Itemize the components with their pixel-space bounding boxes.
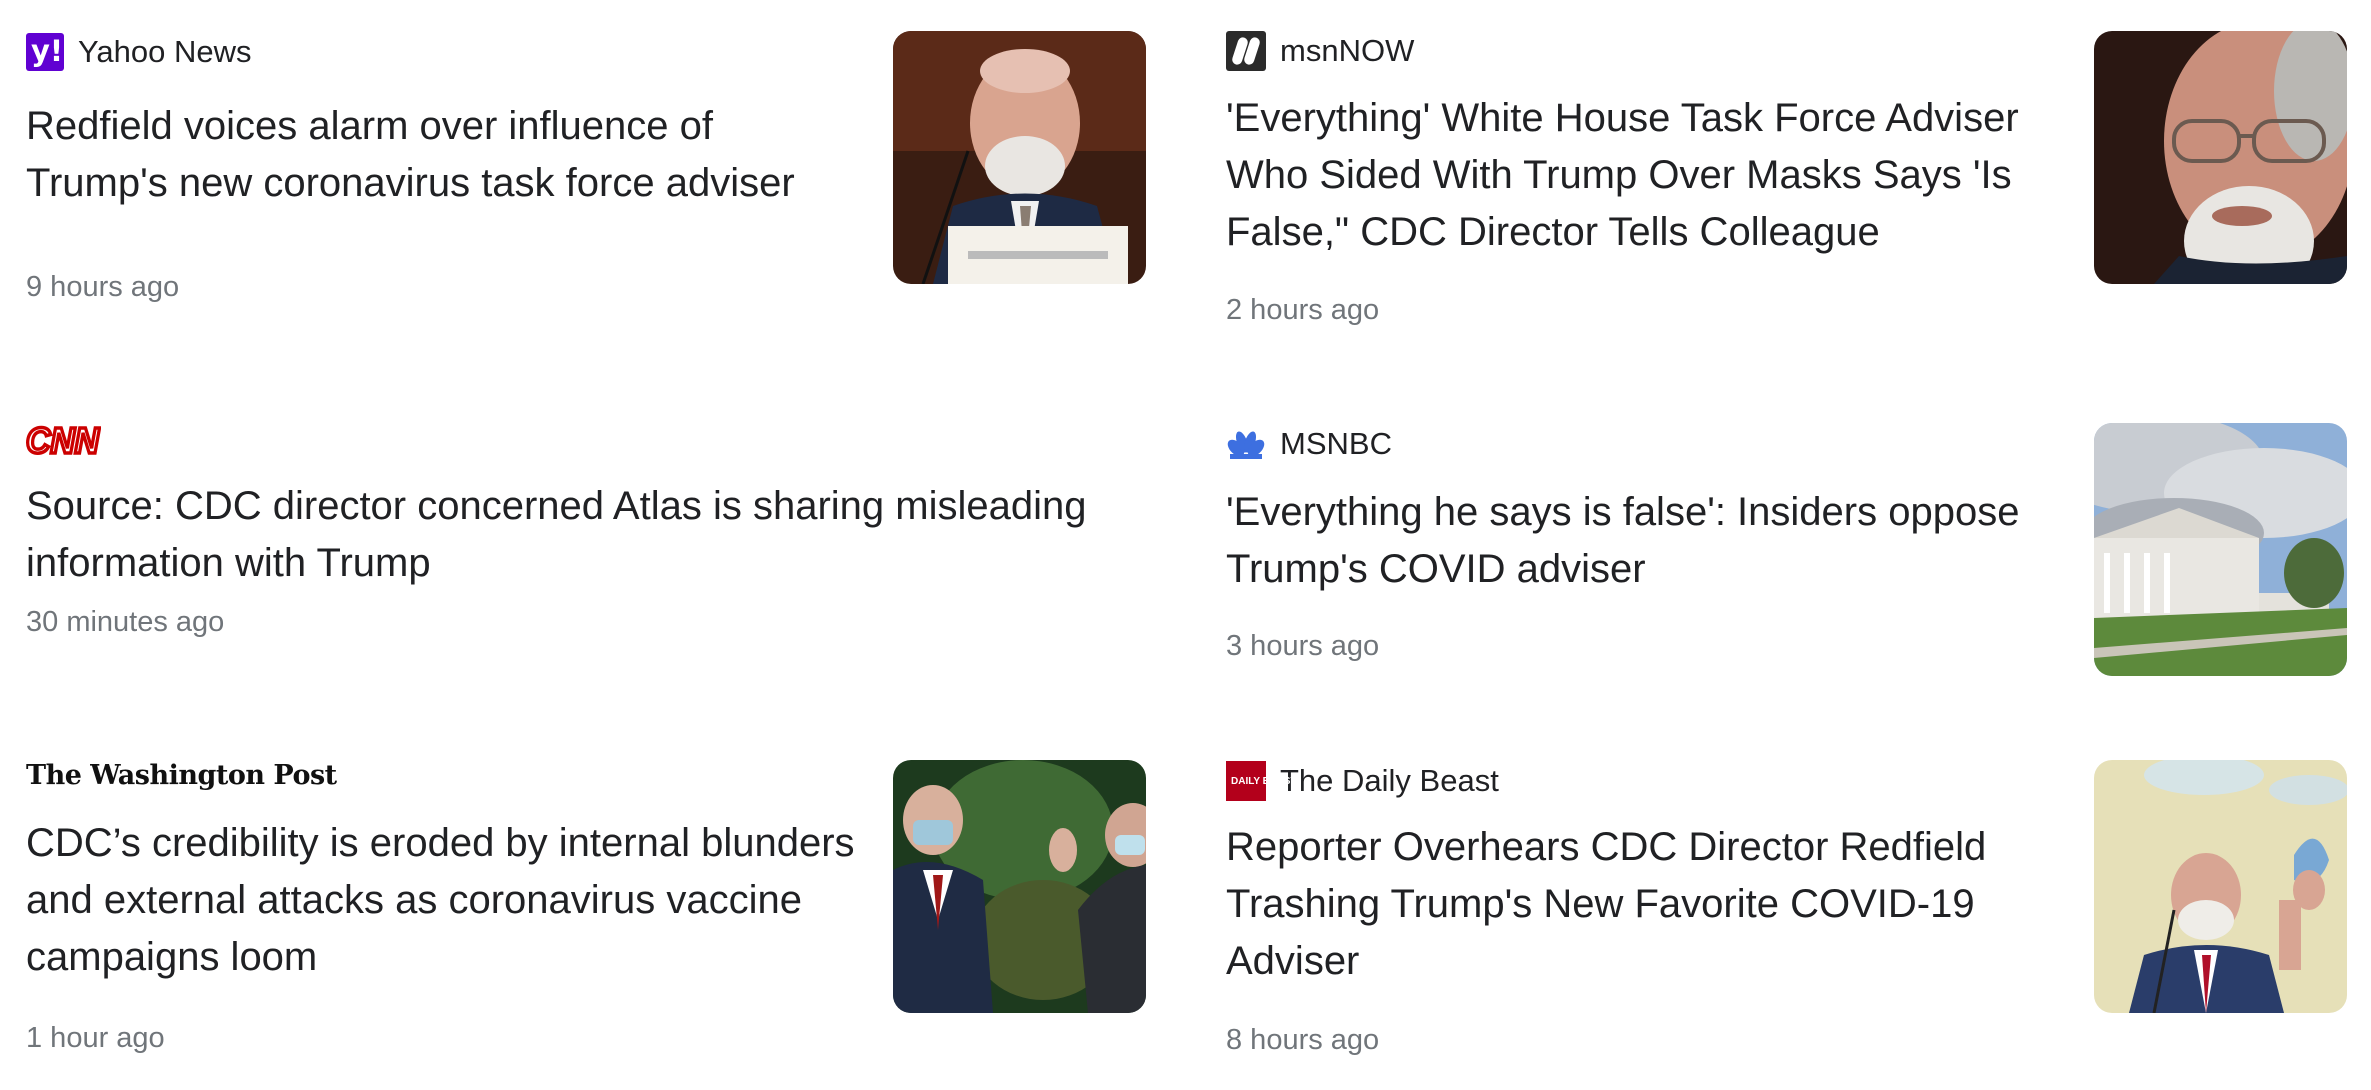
timestamp: 2 hours ago — [1226, 294, 1380, 326]
timestamp: 30 minutes ago — [26, 606, 225, 638]
source-row: msnNOW — [1226, 31, 1414, 71]
headline-link[interactable]: 'Everything he says is false': Insiders … — [1226, 484, 2056, 598]
source-row: y! Yahoo News — [26, 33, 251, 71]
white-house-thumbnail[interactable] — [2094, 423, 2347, 676]
timestamp: 9 hours ago — [26, 271, 180, 303]
timestamp: 3 hours ago — [1226, 630, 1380, 662]
source-name: MSNBC — [1280, 426, 1392, 461]
headline-link[interactable]: Source: CDC director concerned Atlas is … — [26, 478, 1176, 592]
daily-beast-logo-text: DAILY BEAST — [1231, 775, 1297, 787]
source-row: The Washington Post — [26, 760, 337, 791]
msnnow-logo-icon — [1226, 31, 1266, 71]
timestamp: 1 hour ago — [26, 1022, 165, 1054]
headline-link[interactable]: Reporter Overhears CDC Director Redfield… — [1226, 819, 2056, 990]
source-row: DAILY BEAST The Daily Beast — [1226, 761, 1499, 801]
yahoo-logo-icon: y! — [26, 33, 64, 71]
redfield-testifying-thumbnail[interactable] — [893, 31, 1146, 284]
source-name: Yahoo News — [78, 34, 252, 69]
headline-link[interactable]: 'Everything' White House Task Force Advi… — [1226, 90, 2056, 261]
headline-link[interactable]: Redfield voices alarm over influence of … — [26, 98, 846, 212]
source-name: msnNOW — [1280, 33, 1415, 68]
redfield-holding-mask-thumbnail[interactable] — [2094, 760, 2347, 1013]
svg-text:CNN: CNN — [26, 421, 100, 459]
cnn-logo-icon: CNN — [24, 418, 101, 463]
redfield-closeup-thumbnail[interactable] — [2094, 31, 2347, 284]
source-name: The Daily Beast — [1280, 763, 1499, 798]
washington-post-logo-icon: The Washington Post — [26, 760, 337, 791]
nbc-peacock-icon — [1226, 424, 1266, 464]
source-row: CNN — [24, 418, 101, 463]
masked-officials-thumbnail[interactable] — [893, 760, 1146, 1013]
headline-link[interactable]: CDC’s credibility is eroded by internal … — [26, 815, 876, 986]
timestamp: 8 hours ago — [1226, 1024, 1380, 1056]
source-row: MSNBC — [1226, 424, 1392, 464]
daily-beast-logo-icon: DAILY BEAST — [1226, 761, 1297, 801]
